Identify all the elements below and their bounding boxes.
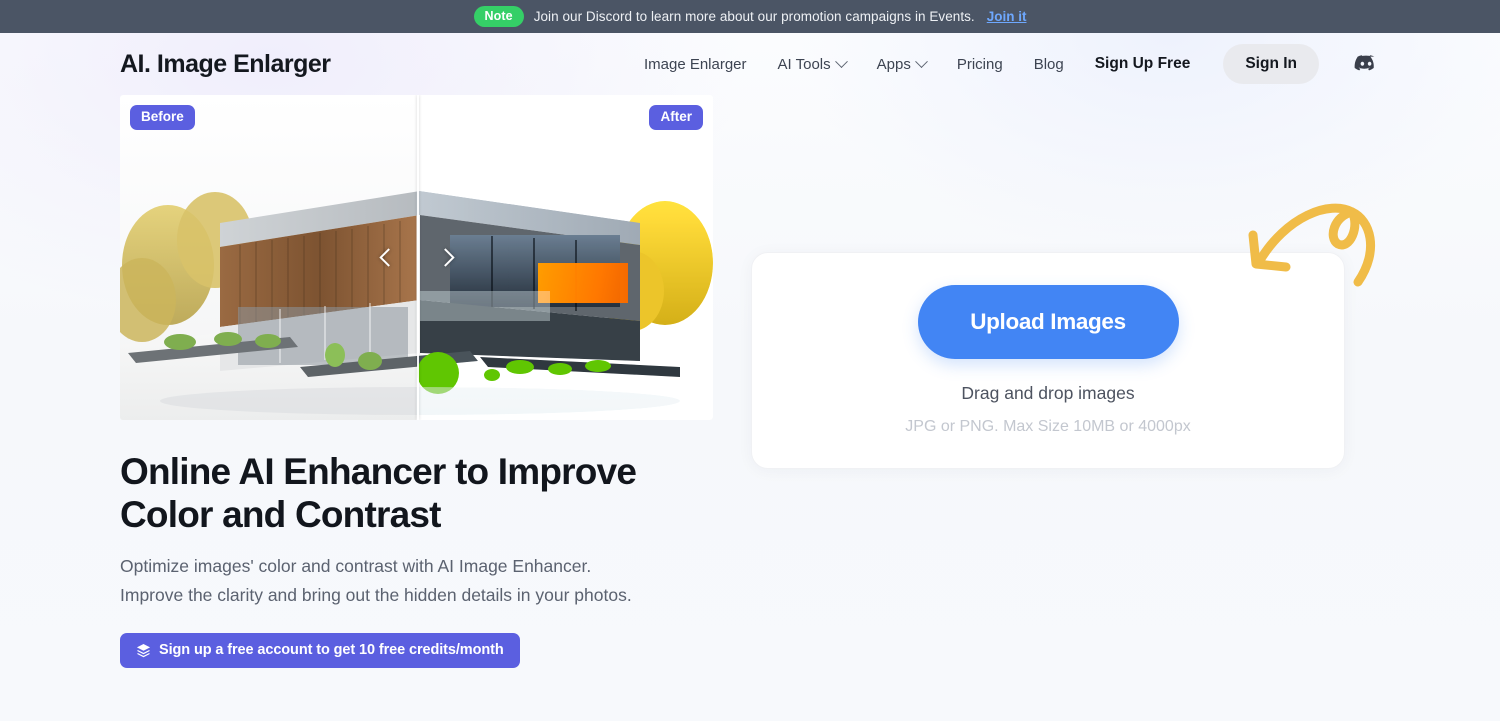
promo-banner: Note Join our Discord to learn more abou…: [0, 0, 1500, 33]
promo-banner-text: Join our Discord to learn more about our…: [533, 9, 975, 24]
before-after-comparison[interactable]: Before After: [120, 95, 713, 420]
free-credits-button[interactable]: Sign up a free account to get 10 free cr…: [120, 633, 520, 668]
sign-in-button[interactable]: Sign In: [1223, 44, 1319, 84]
main-nav: Image Enlarger AI Tools Apps Pricing Blo…: [644, 44, 1378, 84]
before-badge: Before: [130, 105, 195, 130]
nav-label: Pricing: [956, 55, 1003, 73]
nav-item-pricing[interactable]: Pricing: [957, 56, 1003, 73]
nav-label: Apps: [876, 55, 911, 73]
chevron-right-icon: [435, 248, 455, 267]
upload-format-hint: JPG or PNG. Max Size 10MB or 4000px: [905, 418, 1191, 435]
discord-icon[interactable]: [1354, 52, 1378, 76]
main-content: Before After Online AI Enhancer to Impro…: [0, 95, 1500, 668]
nav-item-apps[interactable]: Apps: [876, 54, 928, 73]
page-body: AI. Image Enlarger Image Enlarger AI Too…: [0, 33, 1500, 721]
join-it-link[interactable]: Join it: [987, 9, 1027, 24]
comparison-slider-handle[interactable]: [374, 238, 460, 278]
hero-subtitle-line-1: Optimize images' color and contrast with…: [120, 556, 592, 576]
nav-label: Image Enlarger: [643, 55, 747, 73]
after-badge: After: [649, 105, 703, 130]
nav-item-image-enlarger[interactable]: Image Enlarger: [644, 56, 747, 73]
sign-up-free-link[interactable]: Sign Up Free: [1095, 55, 1191, 73]
nav-item-ai-tools[interactable]: AI Tools: [777, 54, 848, 73]
hero-subtitle-line-2: Improve the clarity and bring out the hi…: [120, 585, 632, 605]
free-credits-label: Sign up a free account to get 10 free cr…: [159, 642, 504, 658]
chevron-down-icon: [834, 54, 848, 68]
layers-icon: [136, 643, 151, 657]
hero-column: Before After Online AI Enhancer to Impro…: [120, 95, 716, 668]
note-badge: Note: [473, 6, 524, 27]
upload-images-button[interactable]: Upload Images: [917, 285, 1179, 359]
nav-item-blog[interactable]: Blog: [1034, 56, 1064, 73]
drag-drop-text: Drag and drop images: [961, 383, 1135, 403]
chevron-down-icon: [914, 54, 928, 68]
nav-label: Blog: [1033, 55, 1064, 73]
upload-column: Upload Images Drag and drop images JPG o…: [716, 95, 1380, 668]
chevron-left-icon: [378, 248, 398, 267]
nav-label: AI Tools: [777, 55, 831, 73]
site-header: AI. Image Enlarger Image Enlarger AI Too…: [0, 33, 1500, 95]
site-logo[interactable]: AI. Image Enlarger: [120, 50, 331, 79]
upload-area: Upload Images Drag and drop images JPG o…: [716, 203, 1380, 469]
page-title: Online AI Enhancer to Improve Color and …: [120, 451, 637, 535]
upload-dropzone[interactable]: Upload Images Drag and drop images JPG o…: [751, 252, 1345, 469]
